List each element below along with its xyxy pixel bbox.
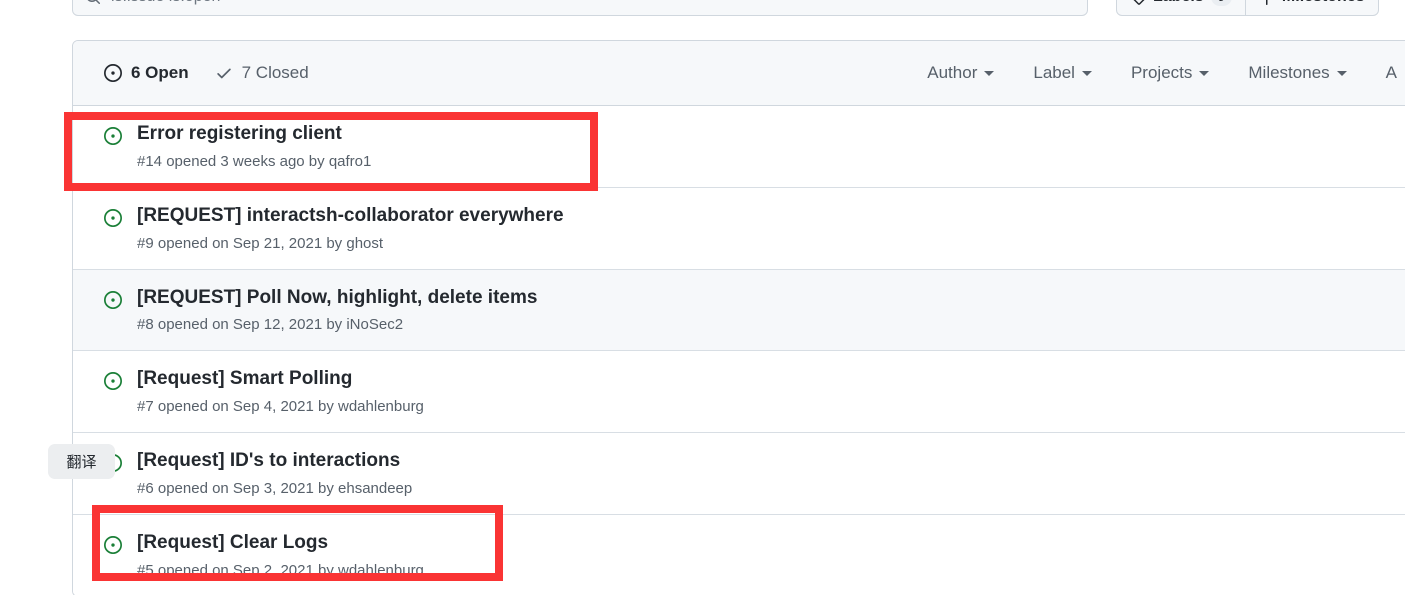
issue-opened-icon bbox=[104, 64, 122, 82]
milestones-button-label: Milestones bbox=[1282, 0, 1365, 6]
search-input[interactable]: is:issue is:open bbox=[72, 0, 1088, 16]
milestones-button[interactable]: Milestones bbox=[1245, 0, 1379, 16]
filter-author-label: Author bbox=[927, 63, 978, 82]
issue-meta: #7 opened on Sep 4, 2021 by wdahlenburg bbox=[137, 398, 424, 416]
issue-meta: #6 opened on Sep 3, 2021 by ehsandeep bbox=[137, 479, 413, 497]
tag-icon bbox=[1133, 0, 1145, 5]
issue-content: [REQUEST] interactsh-collaborator everyw… bbox=[137, 205, 564, 253]
issues-list-container: 6 Open 7 Closed Author Label Projects Mi… bbox=[72, 40, 1405, 595]
filter-author[interactable]: Author bbox=[927, 63, 995, 83]
translate-tooltip[interactable]: 翻译 bbox=[48, 444, 115, 479]
chevron-down-icon bbox=[1081, 70, 1092, 76]
check-icon bbox=[216, 68, 231, 79]
issue-row[interactable]: [Request] Clear Logs #5 opened on Sep 2,… bbox=[73, 513, 1405, 595]
chevron-down-icon bbox=[1336, 70, 1347, 76]
issue-title-link[interactable]: Error registering client bbox=[137, 123, 371, 146]
issue-opened-icon bbox=[104, 208, 122, 227]
issue-meta: #9 opened on Sep 21, 2021 by ghost bbox=[137, 234, 384, 252]
filter-label[interactable]: Label bbox=[1033, 63, 1092, 83]
issue-meta: #8 opened on Sep 12, 2021 by iNoSec2 bbox=[137, 316, 404, 334]
filter-closed-issues[interactable]: 7 Closed bbox=[215, 63, 309, 83]
issue-content: [Request] ID's to interactions #6 opened… bbox=[137, 450, 412, 498]
filter-open-issues[interactable]: 6 Open bbox=[104, 63, 189, 83]
filter-milestones-label: Milestones bbox=[1248, 63, 1330, 82]
issue-row[interactable]: [REQUEST] interactsh-collaborator everyw… bbox=[73, 186, 1405, 269]
search-input-value: is:issue is:open bbox=[111, 0, 220, 5]
filter-label-label: Label bbox=[1033, 63, 1075, 82]
search-row: is:issue is:open Labels 9 Milestones bbox=[0, 0, 1405, 20]
milestone-icon bbox=[1265, 0, 1268, 5]
github-issues-page: is:issue is:open Labels 9 Milestones bbox=[0, 0, 1405, 595]
issue-row[interactable]: [Request] ID's to interactions #6 opened… bbox=[73, 432, 1405, 514]
issue-title-link[interactable]: [REQUEST] interactsh-collaborator everyw… bbox=[137, 205, 564, 228]
issue-row[interactable]: Error registering client #14 opened 3 we… bbox=[73, 106, 1405, 187]
issue-opened-icon bbox=[104, 127, 122, 145]
search-icon bbox=[87, 0, 100, 5]
translate-tooltip-label: 翻译 bbox=[66, 453, 97, 471]
issue-title-link[interactable]: [REQUEST] Poll Now, highlight, delete it… bbox=[137, 287, 537, 310]
filter-projects-label: Projects bbox=[1130, 63, 1193, 82]
issue-title-link[interactable]: [Request] Clear Logs bbox=[137, 532, 424, 555]
issue-meta: #5 opened on Sep 2, 2021 by wdahlenburg bbox=[137, 561, 424, 579]
filter-projects[interactable]: Projects bbox=[1130, 63, 1210, 83]
filter-assignee[interactable]: A bbox=[1386, 63, 1397, 83]
chevron-down-icon bbox=[984, 70, 995, 76]
issues-list-header: 6 Open 7 Closed Author Label Projects Mi… bbox=[73, 41, 1405, 106]
issue-content: Error registering client #14 opened 3 we… bbox=[137, 123, 371, 171]
open-issues-label: 6 Open bbox=[131, 63, 189, 82]
filter-milestones[interactable]: Milestones bbox=[1248, 63, 1347, 83]
chevron-down-icon bbox=[1199, 70, 1210, 76]
issue-opened-icon bbox=[104, 290, 122, 309]
issue-title-link[interactable]: [Request] Smart Polling bbox=[137, 368, 424, 391]
labels-button[interactable]: Labels 9 bbox=[1116, 0, 1246, 16]
closed-issues-label: 7 Closed bbox=[241, 63, 309, 82]
dropdown-filter-group: Author Label Projects Milestones A bbox=[927, 63, 1405, 83]
issue-opened-icon bbox=[104, 372, 122, 391]
issue-meta: #14 opened 3 weeks ago by qafro1 bbox=[137, 152, 372, 170]
filter-assignee-label: A bbox=[1385, 63, 1397, 82]
state-filter-group: 6 Open 7 Closed bbox=[104, 63, 309, 83]
issue-row[interactable]: [Request] Smart Polling #7 opened on Sep… bbox=[73, 350, 1405, 433]
issue-content: [Request] Clear Logs #5 opened on Sep 2,… bbox=[137, 532, 424, 580]
issue-content: [Request] Smart Polling #7 opened on Sep… bbox=[137, 368, 424, 416]
issue-row[interactable]: [REQUEST] Poll Now, highlight, delete it… bbox=[73, 268, 1405, 351]
issue-title-link[interactable]: [Request] ID's to interactions bbox=[137, 450, 412, 473]
labels-button-label: Labels bbox=[1153, 0, 1204, 6]
issue-content: [REQUEST] Poll Now, highlight, delete it… bbox=[137, 287, 537, 335]
labels-count: 9 bbox=[1210, 0, 1232, 6]
labels-milestones-button-group: Labels 9 Milestones bbox=[1116, 0, 1379, 16]
issue-opened-icon bbox=[104, 535, 122, 554]
